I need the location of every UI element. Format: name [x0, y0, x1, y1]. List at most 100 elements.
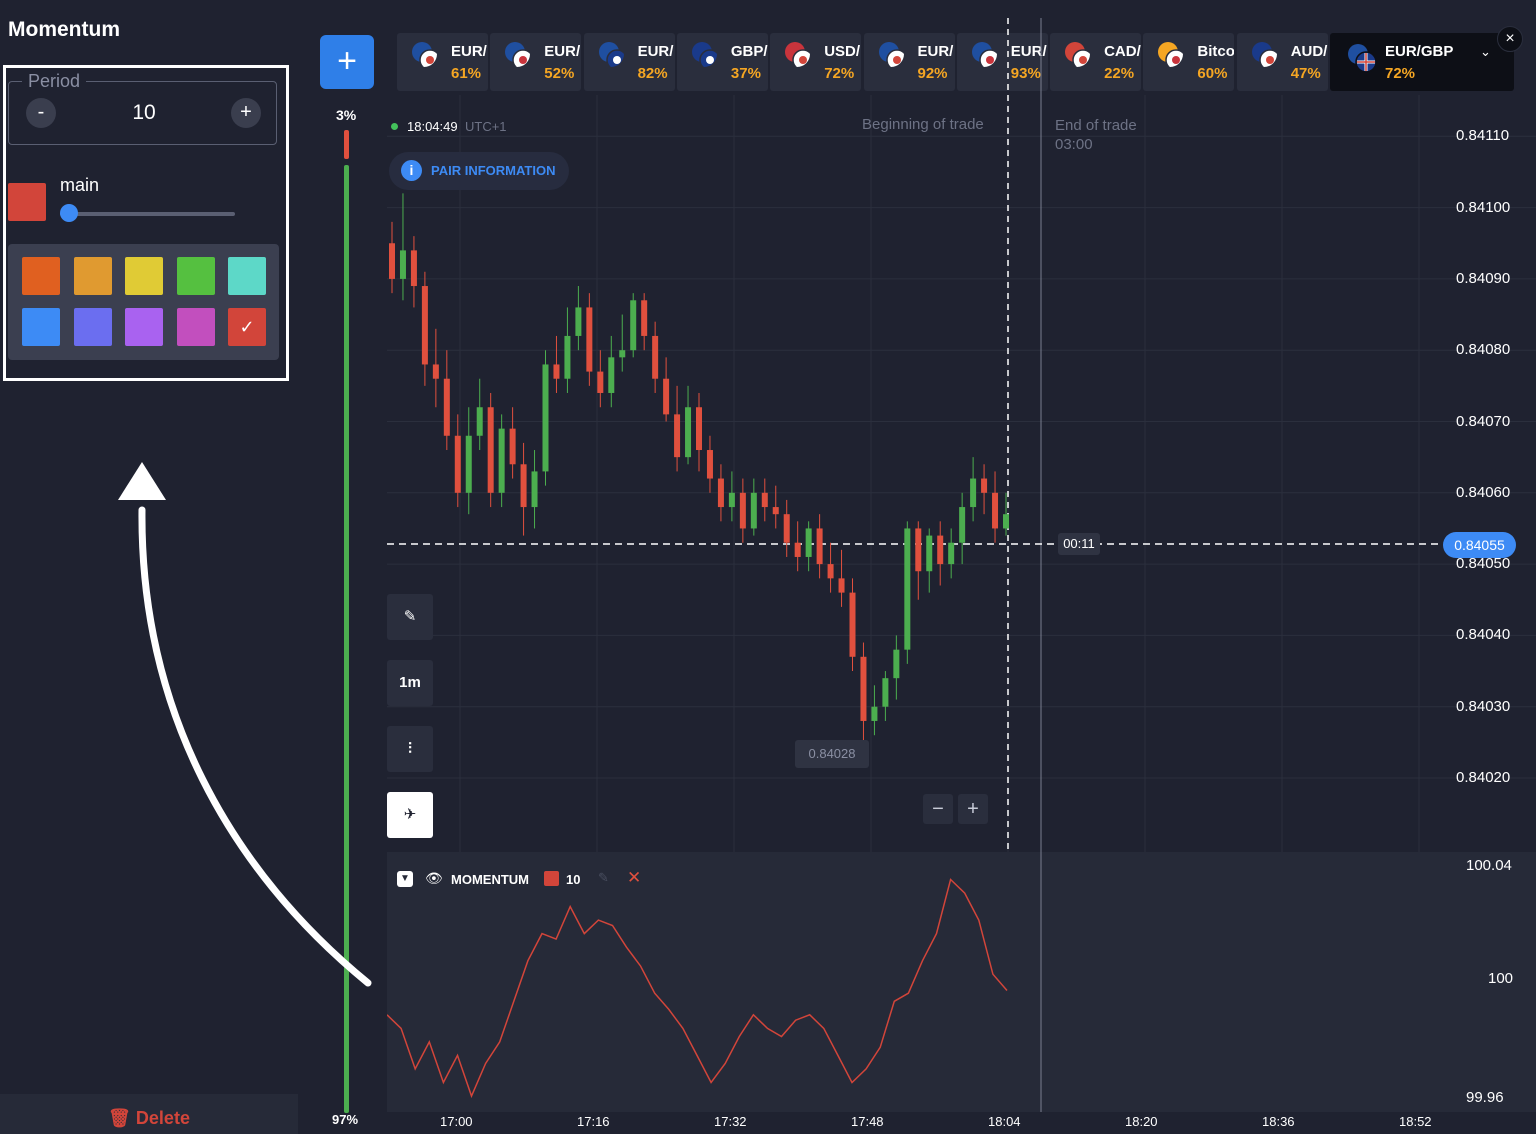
candlestick-icon: ⫶	[408, 740, 412, 757]
candle-down	[739, 492, 746, 529]
momentum-line	[387, 878, 1008, 1099]
candle-up	[959, 507, 966, 543]
candle-down	[717, 478, 724, 508]
candle-up	[564, 335, 571, 379]
candle-down	[981, 478, 988, 493]
candle-up	[630, 300, 637, 351]
candle-down	[937, 535, 944, 565]
candle-down	[794, 542, 801, 557]
candle-down	[674, 414, 681, 458]
candle-up	[619, 350, 626, 358]
candle-down	[509, 428, 516, 465]
current-price-badge: 0.84055	[1443, 532, 1516, 558]
momentum-tick-label: 100	[1488, 970, 1514, 987]
candle-down	[652, 335, 659, 379]
pencil-icon: ✎	[403, 608, 417, 625]
price-tick-label: 0.84110	[1456, 127, 1510, 145]
candle-up	[728, 492, 735, 508]
candle-down	[696, 407, 702, 451]
timezone: UTC+1	[465, 119, 507, 134]
indicator-color	[544, 871, 559, 886]
annotation-arrow	[118, 462, 372, 987]
price-tick-label: 0.84020	[1456, 769, 1511, 786]
time-tick-label: 17:00	[440, 1114, 473, 1129]
momentum-chart	[387, 852, 1042, 1112]
time-tick-label: 17:16	[577, 1114, 610, 1129]
momentum-tick-label: 99.96	[1466, 1089, 1504, 1106]
candle-down	[454, 435, 461, 493]
candle-down	[838, 578, 845, 593]
time-tick-label: 17:48	[851, 1114, 884, 1129]
candle-up	[531, 471, 538, 508]
candle-down	[421, 286, 428, 365]
candle-down	[586, 307, 593, 372]
candle-down	[410, 250, 417, 287]
time-tick-label: 18:36	[1262, 1114, 1295, 1129]
candle-up	[498, 428, 505, 493]
candle-down	[520, 464, 527, 508]
candle-up	[926, 535, 933, 572]
candle-down	[860, 656, 867, 721]
candle-down	[816, 528, 823, 565]
time-tick-label: 18:04	[988, 1114, 1021, 1129]
price-tick-label: 0.84080	[1456, 341, 1511, 359]
edit-indicator-icon[interactable]: ✎	[598, 870, 609, 886]
candle-down	[992, 492, 999, 529]
price-tick-label: 0.84090	[1456, 269, 1511, 287]
time-tick-label: 17:32	[714, 1114, 747, 1129]
candle-up	[904, 528, 911, 650]
candle-down	[597, 371, 604, 393]
eye-icon[interactable]: 👁	[425, 870, 443, 887]
candle-up	[685, 407, 692, 458]
candle-up	[893, 649, 900, 679]
candle-up	[805, 528, 812, 557]
candle-up	[871, 706, 878, 721]
zoom-out-button[interactable]: −	[923, 794, 953, 824]
candle-down	[663, 378, 670, 415]
candle-down	[487, 407, 494, 493]
candle-up	[542, 364, 549, 472]
candle-up	[882, 678, 889, 707]
candle-up	[465, 435, 472, 493]
candle-down	[915, 528, 922, 572]
candle-down	[443, 378, 450, 436]
candle-up	[1003, 514, 1009, 529]
beginning-of-trade-label: Beginning of trade	[862, 116, 984, 133]
low-price-label: 0.84028	[795, 740, 869, 768]
price-tick-label: 0.84040	[1456, 626, 1511, 644]
candle-down	[706, 450, 713, 479]
price-tick-label: 0.84070	[1456, 412, 1511, 430]
candle-up	[608, 357, 615, 393]
candle-up	[970, 478, 977, 508]
candle-up	[575, 307, 582, 336]
momentum-tick-label: 100.04	[1466, 857, 1512, 874]
price-tick-label: 0.84100	[1456, 198, 1511, 216]
price-tick-label: 0.84060	[1456, 483, 1511, 501]
info-icon[interactable]: i	[401, 160, 422, 181]
candle-up	[399, 250, 406, 279]
candle-timer: 00:11	[1058, 533, 1100, 555]
candle-down	[389, 243, 395, 279]
candle-down	[553, 364, 560, 379]
pair-information-label[interactable]: PAIR INFORMATION	[431, 163, 555, 178]
satellite-icon: ✈	[403, 806, 417, 823]
candle-up	[750, 492, 757, 529]
indicator-period: 10	[566, 872, 581, 887]
candle-down	[432, 364, 439, 379]
price-tick-label: 0.84030	[1456, 697, 1511, 715]
candle-down	[761, 492, 768, 508]
candle-down	[783, 514, 790, 543]
remove-indicator-icon[interactable]: ✕	[627, 868, 641, 888]
end-of-trade-time: 03:00	[1055, 136, 1093, 153]
server-time: 18:04:49	[407, 119, 458, 134]
time-tick-label: 18:52	[1399, 1114, 1432, 1129]
candle-up	[948, 542, 955, 565]
time-tick-label: 18:20	[1125, 1114, 1158, 1129]
candle-up	[476, 407, 483, 436]
live-indicator	[391, 123, 398, 130]
zoom-in-button[interactable]: +	[958, 794, 988, 824]
candle-down	[849, 592, 856, 657]
indicator-name: MOMENTUM	[451, 872, 529, 887]
candle-down	[641, 300, 648, 336]
candle-down	[772, 507, 779, 515]
